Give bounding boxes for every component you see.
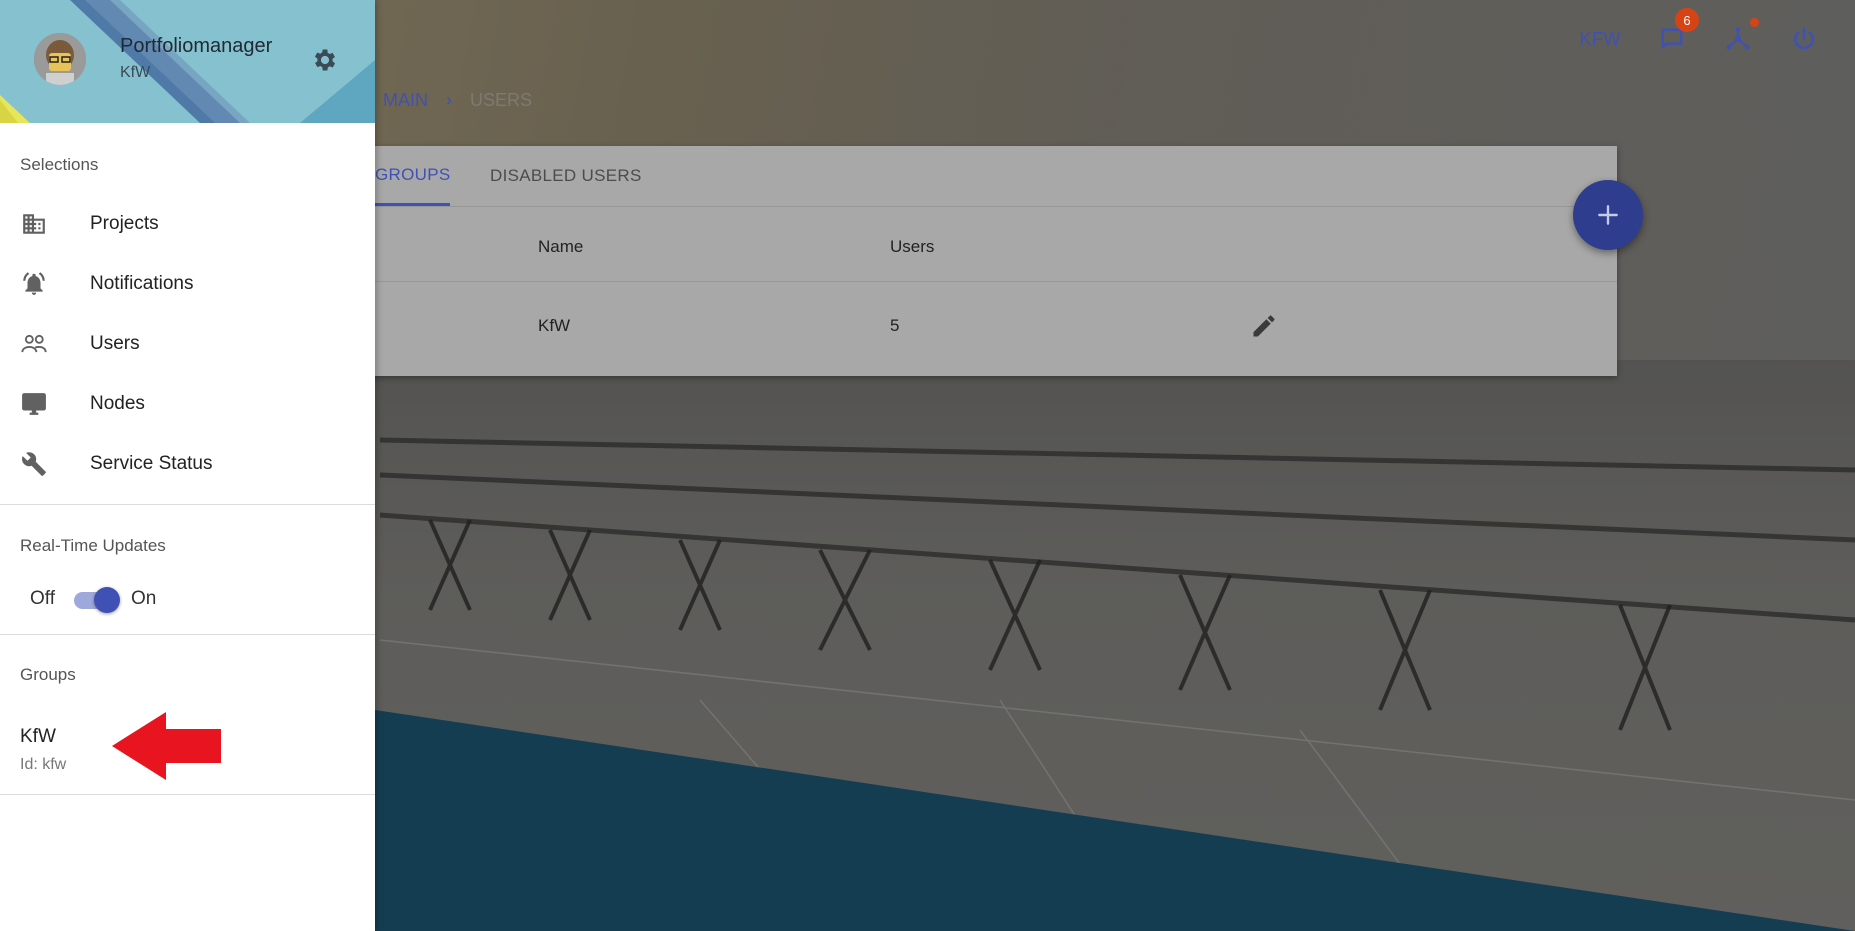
group-id: Id: kfw [20,756,67,773]
group-name: KfW [20,726,56,747]
nav-label-users: Users [90,333,140,354]
nav-label-projects: Projects [90,213,159,234]
edit-icon[interactable] [1250,312,1278,340]
navigation-drawer: Portfoliomanager KfW Selections Projects… [0,0,375,931]
toggle-off-label: Off [30,588,55,609]
plus-icon [1598,205,1618,225]
gear-icon[interactable] [311,46,339,74]
avatar[interactable] [34,33,86,85]
tab-bar: GROUPS DISABLED USERS [330,146,1617,207]
nav-item-nodes[interactable]: Nodes [0,375,375,433]
drawer-divider [0,794,375,795]
column-header-name[interactable]: Name [538,237,583,257]
nav-item-service-status[interactable]: Service Status [0,435,375,493]
organization-selector[interactable]: KFW [1580,29,1622,50]
tab-disabled-users[interactable]: DISABLED USERS [490,146,642,206]
network-status-dot [1750,18,1759,27]
selections-heading: Selections [20,155,99,174]
people-icon [20,330,48,358]
user-avatar-image [34,33,86,85]
nav-label-nodes: Nodes [90,393,145,414]
column-header-users[interactable]: Users [890,237,934,257]
toggle-on-label: On [131,588,157,609]
table-row[interactable]: KfW 5 [330,282,1617,376]
table-header: Name Users [330,207,1617,282]
user-name: Portfoliomanager [120,35,273,57]
toggle-thumb[interactable] [94,587,120,613]
red-arrow-annotation [112,712,221,780]
nav-label-notifications: Notifications [90,273,194,294]
breadcrumb-users: USERS [470,90,533,110]
groups-heading: Groups [20,665,76,684]
cell-user-count: 5 [890,316,900,335]
notification-bell-icon [20,270,48,298]
realtime-updates-toggle[interactable] [72,587,120,613]
nav-item-users[interactable]: Users [0,315,375,373]
monitor-icon [20,390,48,418]
nav-item-notifications[interactable]: Notifications [0,255,375,313]
add-group-button[interactable] [1573,180,1643,250]
user-organization: KfW [120,64,151,81]
network-button[interactable] [1723,18,1759,54]
cell-group-name: KfW [538,316,571,335]
drawer-header: Portfoliomanager KfW [0,0,375,123]
building-icon [20,210,48,238]
drawer-divider [0,634,375,635]
breadcrumb: MAIN › USERS [383,90,532,111]
groups-card: GROUPS DISABLED USERS Name Users KfW 5 [330,146,1617,376]
wrench-icon [20,450,48,478]
network-icon [1726,27,1750,50]
chevron-right-icon: › [446,90,452,110]
nav-label-service-status: Service Status [90,453,213,474]
breadcrumb-main[interactable]: MAIN [383,90,428,111]
messages-button[interactable]: 6 [1657,8,1699,54]
top-app-bar: KFW 6 [1580,0,1855,78]
power-icon [1793,27,1815,50]
drawer-divider [0,504,375,505]
nav-item-projects[interactable]: Projects [0,195,375,253]
logout-button[interactable] [1789,24,1819,54]
messages-badge: 6 [1675,8,1699,32]
realtime-updates-heading: Real-Time Updates [20,536,166,555]
